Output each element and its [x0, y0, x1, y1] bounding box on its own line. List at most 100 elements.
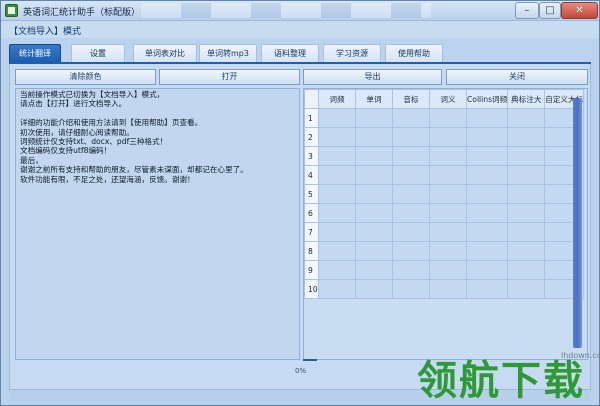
tab-learning-resources[interactable]: 学习资源: [323, 44, 381, 63]
table-cell[interactable]: [507, 165, 546, 185]
table-cell[interactable]: [318, 165, 356, 185]
table-row[interactable]: 8: [304, 241, 585, 261]
table-row[interactable]: 9: [304, 260, 585, 280]
table-cell[interactable]: [465, 203, 509, 223]
table-cell[interactable]: [355, 184, 393, 204]
column-header-phonetic[interactable]: 音标: [392, 89, 430, 109]
table-cell[interactable]: [429, 279, 467, 299]
table-cell[interactable]: [318, 203, 356, 223]
table-cell[interactable]: [507, 203, 546, 223]
table-cell[interactable]: [355, 165, 393, 185]
table-cell[interactable]: [429, 127, 467, 147]
table-cell[interactable]: [507, 127, 546, 147]
table-cell[interactable]: [318, 127, 356, 147]
table-cell[interactable]: [429, 241, 467, 261]
table-cell[interactable]: [392, 222, 430, 242]
table-cell[interactable]: [318, 279, 356, 299]
clear-color-button[interactable]: 清除颜色: [15, 69, 156, 85]
tab-stat-translate[interactable]: 统计翻译: [9, 44, 61, 63]
table-row[interactable]: 7: [304, 222, 585, 242]
table-cell[interactable]: [355, 279, 393, 299]
table-cell[interactable]: [355, 146, 393, 166]
table-cell[interactable]: [429, 165, 467, 185]
text-line: 最后，: [20, 155, 43, 165]
table-cell[interactable]: [392, 184, 430, 204]
table-cell[interactable]: [465, 279, 509, 299]
table-cell[interactable]: [392, 127, 430, 147]
table-cell[interactable]: [355, 108, 393, 128]
row-number: 8: [304, 241, 319, 261]
column-header-dict-tag[interactable]: 典标注大: [507, 89, 546, 109]
close-button[interactable]: 关闭: [446, 69, 588, 85]
maximize-button[interactable]: □: [539, 2, 561, 19]
table-row[interactable]: 10: [304, 279, 585, 299]
text-line: 初次使用，请仔细耐心阅读帮助。: [20, 127, 134, 137]
column-header-collins[interactable]: Collins词频: [465, 89, 509, 109]
table-cell[interactable]: [392, 146, 430, 166]
table-cell[interactable]: [465, 260, 509, 280]
column-header-frequency[interactable]: 词频: [318, 89, 356, 109]
table-row[interactable]: 2: [304, 127, 585, 147]
table-cell[interactable]: [355, 127, 393, 147]
table-vertical-scrollbar[interactable]: [573, 98, 582, 348]
table-cell[interactable]: [465, 184, 509, 204]
table-cell[interactable]: [465, 127, 509, 147]
table-cell[interactable]: [465, 222, 509, 242]
column-header-word[interactable]: 单词: [355, 89, 393, 109]
table-cell[interactable]: [355, 241, 393, 261]
table-cell[interactable]: [507, 222, 546, 242]
word-frequency-grid: 词频 单词 音标 词义 Collins词频 典标注大 自定义大标 1234567…: [304, 89, 585, 299]
mode-bar: 【文档导入】模式: [1, 21, 599, 38]
table-row[interactable]: 5: [304, 184, 585, 204]
table-cell[interactable]: [392, 241, 430, 261]
table-cell[interactable]: [318, 260, 356, 280]
export-button[interactable]: 导出: [303, 69, 442, 85]
table-cell[interactable]: [429, 222, 467, 242]
table-row[interactable]: 3: [304, 146, 585, 166]
table-row[interactable]: 4: [304, 165, 585, 185]
close-window-button[interactable]: ✕: [561, 2, 598, 19]
table-cell[interactable]: [392, 108, 430, 128]
table-cell[interactable]: [392, 260, 430, 280]
table-cell[interactable]: [429, 260, 467, 280]
minimize-button[interactable]: –: [515, 2, 539, 19]
table-cell[interactable]: [318, 222, 356, 242]
tab-settings[interactable]: 设置: [71, 44, 125, 63]
table-cell[interactable]: [465, 241, 509, 261]
tab-word-to-mp3[interactable]: 单词转mp3: [199, 44, 257, 63]
title-bar[interactable]: 英语词汇统计助手（标配版） – □ ✕: [1, 1, 599, 21]
table-cell[interactable]: [392, 165, 430, 185]
table-cell[interactable]: [392, 279, 430, 299]
table-cell[interactable]: [318, 241, 356, 261]
open-button[interactable]: 打开: [159, 69, 300, 85]
table-cell[interactable]: [507, 108, 546, 128]
tab-help[interactable]: 使用帮助: [385, 44, 443, 63]
table-cell[interactable]: [507, 260, 546, 280]
table-cell[interactable]: [392, 203, 430, 223]
table-cell[interactable]: [465, 108, 509, 128]
tab-wordlist-compare[interactable]: 单词表对比: [133, 44, 197, 63]
row-number: 6: [304, 203, 319, 223]
table-cell[interactable]: [318, 108, 356, 128]
table-cell[interactable]: [318, 146, 356, 166]
table-row[interactable]: 1: [304, 108, 585, 128]
table-cell[interactable]: [355, 222, 393, 242]
table-cell[interactable]: [507, 279, 546, 299]
tab-corpus-organize[interactable]: 语料整理: [261, 44, 319, 63]
document-text-area[interactable]: 当前操作模式已切换为【文档导入】模式， 请点击【打开】进行文档导入。 详细的功能…: [15, 88, 300, 360]
table-cell[interactable]: [429, 184, 467, 204]
table-cell[interactable]: [429, 146, 467, 166]
table-cell[interactable]: [465, 165, 509, 185]
column-header-meaning[interactable]: 词义: [429, 89, 467, 109]
table-cell[interactable]: [429, 108, 467, 128]
table-row[interactable]: 6: [304, 203, 585, 223]
table-cell[interactable]: [355, 260, 393, 280]
table-cell[interactable]: [465, 146, 509, 166]
table-cell[interactable]: [507, 241, 546, 261]
table-cell[interactable]: [507, 146, 546, 166]
result-table[interactable]: 词频 单词 音标 词义 Collins词频 典标注大 自定义大标 1234567…: [303, 88, 588, 360]
table-cell[interactable]: [355, 203, 393, 223]
table-cell[interactable]: [318, 184, 356, 204]
table-cell[interactable]: [429, 203, 467, 223]
table-cell[interactable]: [507, 184, 546, 204]
